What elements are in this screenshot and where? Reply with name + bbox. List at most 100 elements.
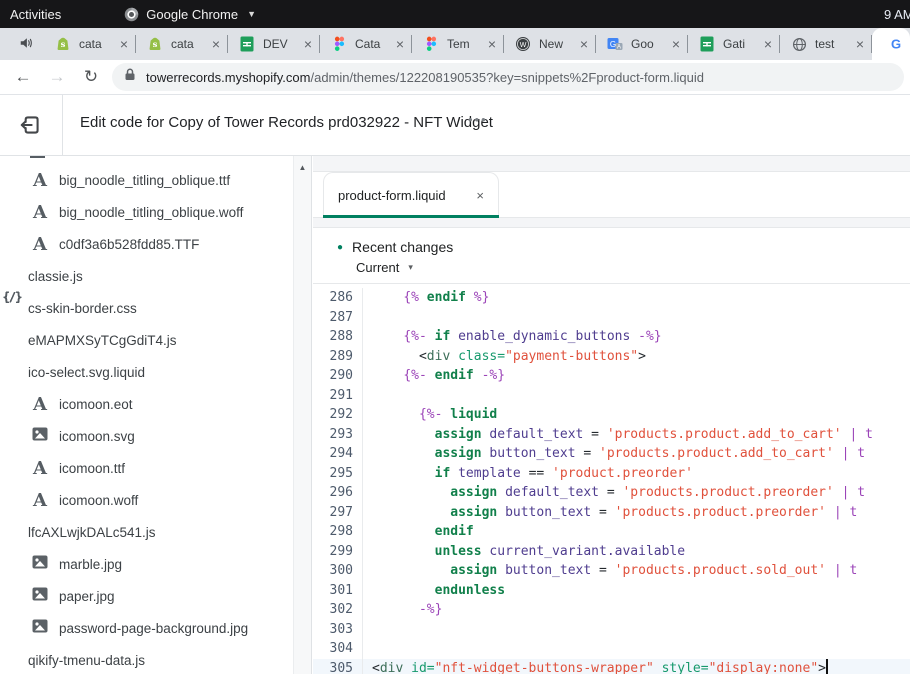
file-list-item[interactable]: {/}cs-skin-border.css [0, 292, 294, 324]
code-line[interactable]: 291 [313, 386, 910, 406]
file-list-item[interactable]: Aicomoon.eot [0, 388, 294, 420]
lock-icon [124, 68, 136, 86]
code-line[interactable]: 299 unless current_variant.available [313, 542, 910, 562]
line-number: 303 [313, 620, 363, 640]
header-divider [62, 95, 63, 155]
close-tab-icon[interactable]: × [854, 36, 866, 52]
code-line[interactable]: 287 [313, 308, 910, 328]
file-list-item[interactable]: {/}classie.js [0, 260, 294, 292]
browser-tab[interactable]: scata× [136, 28, 228, 60]
file-list-item[interactable]: {/}qikify-tmenu-data.js [0, 644, 294, 674]
code-line[interactable]: 296 assign default_text = 'products.prod… [313, 483, 910, 503]
activities-button[interactable]: Activities [10, 7, 61, 22]
browser-tab[interactable]: Cata× [320, 28, 412, 60]
line-number: 298 [313, 522, 363, 542]
line-number: 287 [313, 308, 363, 328]
forward-button[interactable]: → [46, 67, 68, 87]
close-tab-icon[interactable]: × [210, 36, 222, 52]
file-list-item[interactable]: paper.jpg [0, 580, 294, 612]
code-line[interactable]: 293 assign default_text = 'products.prod… [313, 425, 910, 445]
shopify-favicon-icon: s [147, 36, 163, 52]
code-line-text: assign button_text = 'products.product.s… [363, 561, 857, 581]
code-line[interactable]: 294 assign button_text = 'products.produ… [313, 444, 910, 464]
sidebar-scrollbar[interactable]: ▲ [293, 156, 311, 674]
open-file-tab[interactable]: product-form.liquid × [323, 172, 499, 218]
code-line[interactable]: 297 assign button_text = 'products.produ… [313, 503, 910, 523]
svg-text:G: G [610, 40, 616, 49]
code-line[interactable]: 286 {% endif %} [313, 288, 910, 308]
close-tab-icon[interactable]: × [670, 36, 682, 52]
close-tab-icon[interactable]: × [302, 36, 314, 52]
file-list-item[interactable]: Abig_noodle_titling_oblique.ttf [0, 164, 294, 196]
font-file-icon: A [28, 234, 52, 255]
close-tab-icon[interactable]: × [486, 36, 498, 52]
version-dropdown[interactable]: Current ▾ [337, 260, 910, 275]
code-line[interactable]: 304 [313, 639, 910, 659]
code-line[interactable]: 300 assign button_text = 'products.produ… [313, 561, 910, 581]
browser-tab[interactable]: scata× [44, 28, 136, 60]
line-number: 302 [313, 600, 363, 620]
code-line[interactable]: 305<div id="nft-widget-buttons-wrapper" … [313, 659, 910, 674]
code-line-text: {%- liquid [363, 405, 497, 425]
browser-tab[interactable]: GAGoo× [596, 28, 688, 60]
code-line-text: assign default_text = 'products.product.… [363, 425, 873, 445]
code-line[interactable]: 288 {%- if enable_dynamic_buttons -%} [313, 327, 910, 347]
file-name: c0df3a6b528fdd85.TTF [59, 237, 199, 252]
file-list-item[interactable]: Ac0df3a6b528fdd85.TTF [0, 228, 294, 260]
back-button[interactable]: ← [12, 67, 34, 87]
browser-tab[interactable]: WNew× [504, 28, 596, 60]
code-line[interactable]: 289 <div class="payment-buttons"> [313, 347, 910, 367]
line-number: 292 [313, 405, 363, 425]
browser-tab[interactable]: DEV× [228, 28, 320, 60]
code-line[interactable]: 292 {%- liquid [313, 405, 910, 425]
code-line[interactable]: 301 endunless [313, 581, 910, 601]
address-bar[interactable]: towerrecords.myshopify.com/admin/themes/… [112, 63, 904, 91]
code-line[interactable]: 298 endif [313, 522, 910, 542]
image-file-icon [28, 427, 52, 446]
more-actions-button[interactable]: ••• [468, 112, 488, 127]
file-list-item[interactable]: {/}lfcAXLwjkDALc541.js [0, 516, 294, 548]
svg-text:W: W [520, 42, 527, 49]
speaker-icon[interactable] [19, 36, 33, 55]
code-line[interactable]: 290 {%- endif -%} [313, 366, 910, 386]
chevron-down-icon: ▾ [408, 262, 413, 273]
file-list-item[interactable]: Aicomoon.ttf [0, 452, 294, 484]
file-list-item[interactable]: marble.jpg [0, 548, 294, 580]
font-file-icon: A [28, 170, 52, 191]
close-tab-icon[interactable]: × [394, 36, 406, 52]
browser-tab[interactable]: Gati× [688, 28, 780, 60]
file-list-item[interactable]: Abig_noodle_titling_oblique.woff [0, 196, 294, 228]
browser-tab[interactable]: Tem× [412, 28, 504, 60]
close-tab-icon[interactable]: × [762, 36, 774, 52]
file-list-item[interactable]: icomoon.svg [0, 420, 294, 452]
font-file-icon: A [28, 202, 52, 223]
code-line[interactable]: 303 [313, 620, 910, 640]
line-number: 300 [313, 561, 363, 581]
app-menu[interactable]: Google Chrome ▼ [123, 6, 256, 22]
exit-code-editor-icon[interactable] [17, 112, 43, 143]
file-list-item[interactable]: {/}ico-select.svg.liquid [0, 356, 294, 388]
font-file-icon: A [28, 394, 52, 415]
browser-tab[interactable]: G [872, 28, 910, 60]
text-cursor [826, 659, 828, 674]
reload-button[interactable]: ↻ [80, 67, 102, 87]
file-list-item[interactable]: Aicomoon.woff [0, 484, 294, 516]
line-number: 299 [313, 542, 363, 562]
globe-favicon-icon [791, 36, 807, 52]
file-name: password-page-background.jpg [59, 621, 248, 636]
close-file-tab-icon[interactable]: × [476, 188, 484, 203]
figma-favicon-icon [331, 36, 347, 52]
code-line[interactable]: 302 -%} [313, 600, 910, 620]
recent-changes-label: Recent changes [352, 239, 453, 255]
close-tab-icon[interactable]: × [118, 36, 130, 52]
translate-favicon-icon: GA [607, 36, 623, 52]
file-list-item[interactable]: password-page-background.jpg [0, 612, 294, 644]
code-area[interactable]: 286 {% endif %}287288 {%- if enable_dyna… [313, 285, 910, 674]
code-file-icon: {/} [0, 285, 24, 674]
file-list-item[interactable]: {/}eMAPMXSyTCgGdiT4.js [0, 324, 294, 356]
close-tab-icon[interactable]: × [578, 36, 590, 52]
shopify-favicon-icon: s [55, 36, 71, 52]
browser-tab[interactable]: test× [780, 28, 872, 60]
scroll-up-icon[interactable]: ▲ [294, 156, 311, 172]
code-line[interactable]: 295 if template == 'product.preorder' [313, 464, 910, 484]
